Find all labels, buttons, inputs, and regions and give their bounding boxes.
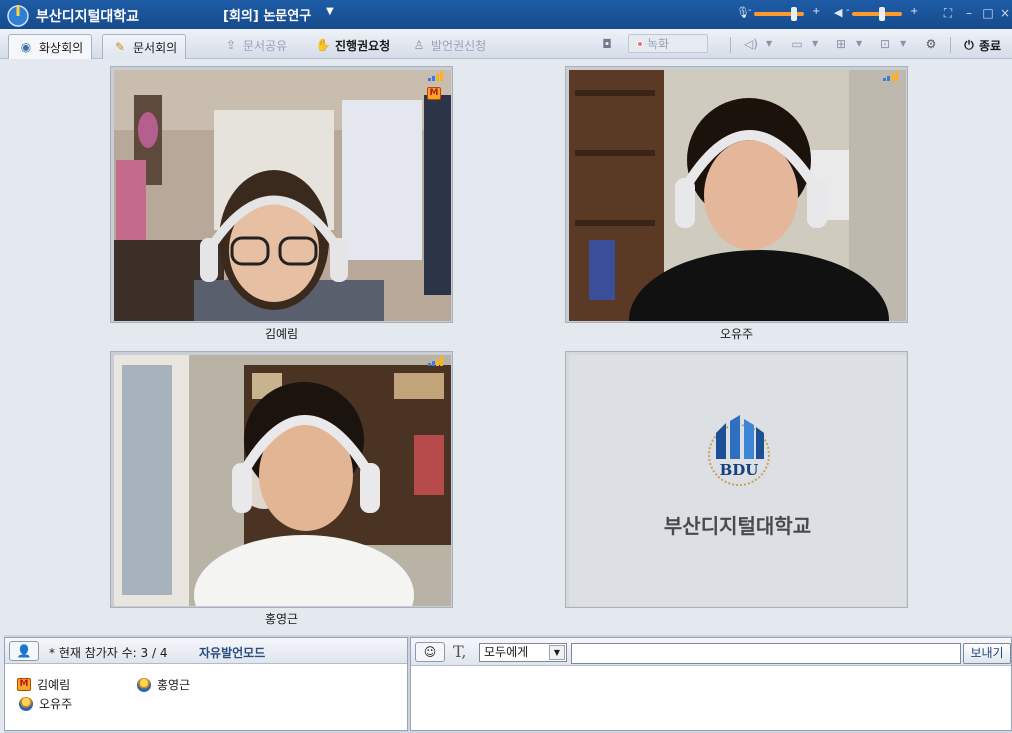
- hand-raise-icon: ✋: [315, 38, 331, 52]
- exit-button[interactable]: ⏻ 종료: [962, 36, 1001, 54]
- chevron-down-icon[interactable]: ▼: [900, 39, 906, 48]
- maximize-icon[interactable]: □: [980, 5, 996, 21]
- settings-icon[interactable]: ⚙: [922, 36, 940, 52]
- tab-document-conference[interactable]: ✎ 문서회의: [102, 34, 187, 59]
- chat-message-input[interactable]: [571, 643, 961, 664]
- power-icon: ⏻: [964, 38, 974, 52]
- signal-strength-icon: [428, 71, 443, 81]
- participant-name: 김예림: [264, 327, 299, 341]
- app-logo-icon: [7, 5, 29, 27]
- chevron-down-icon[interactable]: ▼: [549, 645, 565, 660]
- title-bar: 부산디지털대학교 [회의] 논문연구 ▼ 🎙 - + ◀ - + ⛶ – □ ×: [0, 0, 1012, 29]
- layout-grid-icon[interactable]: ⊞: [832, 36, 850, 52]
- toolbar: ◉ 화상회의 ✎ 문서회의 ⇪ 문서공유 ✋ 진행권요청 ♙ 발언권신청 ◘ ◁…: [0, 29, 1012, 59]
- fit-screen-icon[interactable]: ⊡: [876, 36, 894, 52]
- university-logo-panel: BDU 부산디지털대학교: [569, 355, 906, 606]
- chevron-down-icon[interactable]: ▼: [766, 39, 772, 48]
- chat-recipient-select[interactable]: 모두에게 ▼: [479, 643, 567, 662]
- speaker-icon: ◀: [834, 6, 843, 19]
- font-settings-icon[interactable]: T,: [453, 642, 466, 661]
- record-button[interactable]: 녹화: [628, 34, 708, 53]
- participant-video: [569, 70, 906, 321]
- chat-panel: ☺ T, 모두에게 ▼ 보내기: [410, 637, 1012, 731]
- chevron-down-icon[interactable]: ▼: [326, 6, 334, 17]
- invite-user-icon[interactable]: 👤: [9, 641, 39, 661]
- tab-video-conference[interactable]: ◉ 화상회의: [8, 34, 93, 59]
- request-speech-button[interactable]: ♙ 발언권신청: [410, 36, 487, 54]
- speaker-volume-thumb[interactable]: [879, 7, 885, 21]
- camera-icon[interactable]: ◘: [598, 36, 616, 52]
- chevron-down-icon[interactable]: ▼: [812, 39, 818, 48]
- bottom-panel: 👤 * 현재 참가자 수: 3 / 4 자유발언모드 M 김예림 홍영근 오유주…: [4, 635, 1012, 733]
- chat-toolbar: ☺ T, 모두에게 ▼ 보내기: [411, 638, 1011, 666]
- share-document-icon: ⇪: [225, 38, 237, 52]
- university-name: 부산디지털대학교: [663, 514, 812, 538]
- video-grid: M 김예림 오유주 홍영근 BDU 부산디지털대학교: [4, 59, 1012, 635]
- master-icon: M: [17, 678, 31, 691]
- participant-panel-header: 👤 * 현재 참가자 수: 3 / 4 자유발언모드: [5, 638, 407, 664]
- request-control-button[interactable]: ✋ 진행권요청: [314, 36, 391, 54]
- empty-slot-tile: BDU 부산디지털대학교: [565, 351, 908, 608]
- screen-icon[interactable]: ▭: [788, 36, 806, 52]
- record-icon: [637, 40, 643, 47]
- app-title: 부산디지털대학교: [36, 9, 140, 25]
- emoticon-icon[interactable]: ☺: [415, 642, 445, 662]
- mic-volume-thumb[interactable]: [791, 7, 797, 21]
- signal-strength-icon: [428, 356, 443, 366]
- audio-settings-icon[interactable]: ◁): [742, 36, 760, 52]
- participant-list-item[interactable]: M 김예림: [17, 676, 70, 693]
- participant-panel: 👤 * 현재 참가자 수: 3 / 4 자유발언모드 M 김예림 홍영근 오유주: [4, 637, 408, 731]
- speaker-person-icon: ♙: [413, 38, 425, 52]
- bdu-logo-icon: BDU: [708, 415, 770, 486]
- fullscreen-icon[interactable]: ⛶: [940, 5, 956, 21]
- document-edit-icon: ✎: [114, 40, 126, 54]
- meeting-title[interactable]: [회의] 논문연구: [223, 5, 311, 24]
- close-icon[interactable]: ×: [997, 5, 1012, 21]
- webcam-icon: ◉: [20, 40, 32, 54]
- send-button[interactable]: 보내기: [963, 643, 1011, 664]
- participant-video: [114, 355, 451, 606]
- video-tile[interactable]: [565, 66, 908, 323]
- share-document-button[interactable]: ⇪ 문서공유: [222, 36, 287, 54]
- master-badge-icon: M: [427, 87, 441, 100]
- participant-list-item[interactable]: 오유주: [19, 695, 72, 712]
- video-tile[interactable]: [110, 351, 453, 608]
- svg-text:BDU: BDU: [720, 461, 759, 479]
- minimize-icon[interactable]: –: [961, 5, 977, 21]
- participant-name: 홍영근: [264, 612, 299, 626]
- chat-log: [411, 666, 1011, 730]
- signal-strength-icon: [883, 71, 898, 81]
- user-icon: [19, 696, 33, 711]
- user-icon: [137, 677, 151, 692]
- participant-name: 오유주: [719, 327, 754, 341]
- mic-volume-slider[interactable]: 🎙 - +: [736, 5, 822, 22]
- speech-mode[interactable]: 자유발언모드: [199, 644, 265, 661]
- participant-list-item[interactable]: 홍영근: [137, 676, 190, 693]
- chevron-down-icon[interactable]: ▼: [856, 39, 862, 48]
- participant-video: [114, 70, 451, 321]
- video-tile[interactable]: M: [110, 66, 453, 323]
- speaker-volume-slider[interactable]: ◀ - +: [834, 5, 920, 22]
- participant-count: * 현재 참가자 수: 3 / 4: [49, 646, 168, 660]
